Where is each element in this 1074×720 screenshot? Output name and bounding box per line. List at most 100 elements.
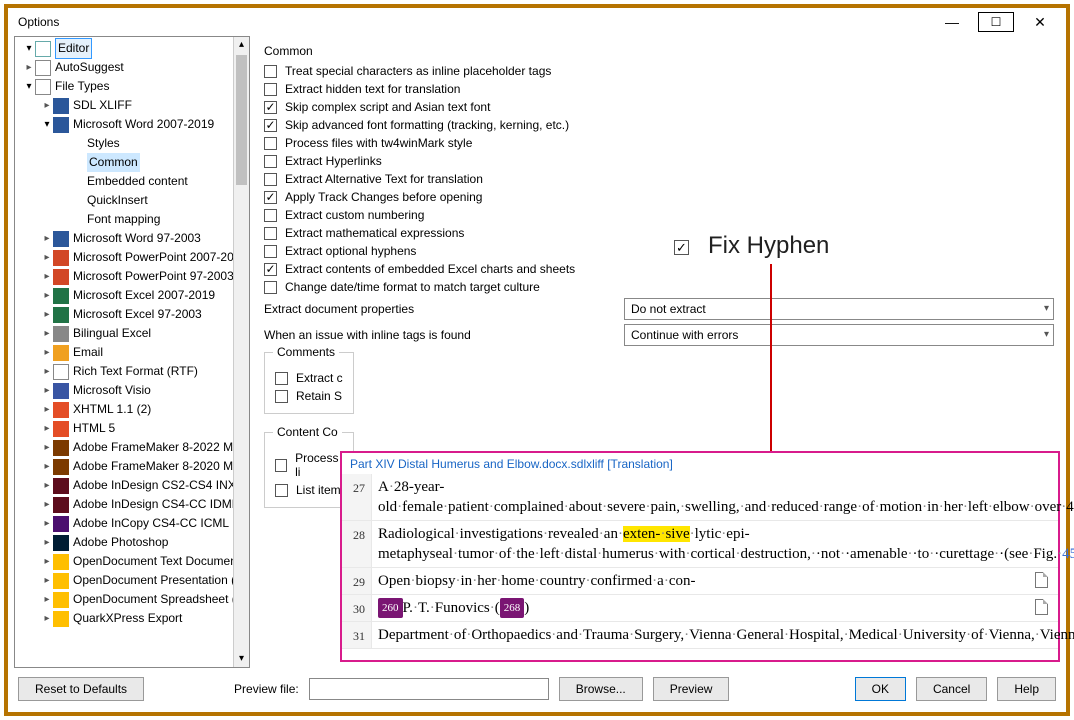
expand-arrow-icon[interactable]: ▸ (41, 248, 53, 267)
scroll-up-icon[interactable]: ▴ (234, 37, 249, 53)
segment-row[interactable]: 29Open·biopsy·in·her·home·country·confir… (342, 568, 1058, 595)
tree-item[interactable]: ▸SDL XLIFF (17, 96, 249, 115)
tree-item[interactable]: ▸Rich Text Format (RTF) (17, 362, 249, 381)
option-checkbox-row[interactable]: Process li (275, 451, 343, 479)
tree-item[interactable]: ▸XHTML 1.1 (2) (17, 400, 249, 419)
tree-item[interactable]: ▸Microsoft Word 97-2003 (17, 229, 249, 248)
preview-file-input[interactable] (309, 678, 549, 700)
segment-row[interactable]: 27A·28-year-old·female·patient·complaine… (342, 474, 1058, 521)
expand-arrow-icon[interactable]: ▸ (41, 571, 53, 590)
option-checkbox-row[interactable]: Skip complex script and Asian text font (264, 100, 1054, 114)
expand-arrow-icon[interactable]: ▸ (41, 533, 53, 552)
tree-item[interactable]: ▸Adobe FrameMaker 8-2022 MI (17, 438, 249, 457)
segment-row[interactable]: 28Radiological·investigations·revealed·a… (342, 521, 1058, 568)
expand-arrow-icon[interactable]: ▸ (41, 229, 53, 248)
segment-text[interactable]: Open·biopsy·in·her·home·country·confirme… (372, 568, 1024, 594)
checkbox-icon[interactable] (264, 101, 277, 114)
checkbox-icon[interactable] (264, 155, 277, 168)
tree-item[interactable]: ▸Adobe InDesign CS2-CS4 INX (17, 476, 249, 495)
option-checkbox-row[interactable]: Extract optional hyphens (264, 244, 1054, 258)
option-checkbox-row[interactable]: Extract contents of embedded Excel chart… (264, 262, 1054, 276)
tree-item[interactable]: ▸QuarkXPress Export (17, 609, 249, 628)
ok-button[interactable]: OK (855, 677, 906, 701)
segment-text[interactable]: Department·of·Orthopaedics·and·Trauma·Su… (372, 622, 1074, 648)
checkbox-icon[interactable] (275, 459, 287, 472)
editor-tab[interactable]: Part XIV Distal Humerus and Elbow.docx.s… (342, 453, 1058, 474)
tree-item[interactable]: Font mapping (17, 210, 249, 229)
expand-arrow-icon[interactable]: ▾ (23, 39, 35, 58)
tree-item[interactable]: ▸Bilingual Excel (17, 324, 249, 343)
option-checkbox-row[interactable]: Extract c (275, 371, 343, 385)
option-checkbox-row[interactable]: Extract Hyperlinks (264, 154, 1054, 168)
expand-arrow-icon[interactable]: ▸ (41, 381, 53, 400)
tree-item[interactable]: ▸Microsoft Excel 97-2003 (17, 305, 249, 324)
expand-arrow-icon[interactable]: ▾ (41, 115, 53, 134)
scroll-down-icon[interactable]: ▾ (234, 651, 249, 667)
tree-item[interactable]: ▸Adobe InCopy CS4-CC ICML (17, 514, 249, 533)
expand-arrow-icon[interactable]: ▸ (41, 419, 53, 438)
tree-item[interactable]: ▸OpenDocument Text Documen (17, 552, 249, 571)
tags-issue-select[interactable]: Continue with errors ▾ (624, 324, 1054, 346)
expand-arrow-icon[interactable]: ▾ (23, 77, 35, 96)
checkbox-icon[interactable] (264, 191, 277, 204)
checkbox-icon[interactable] (264, 119, 277, 132)
expand-arrow-icon[interactable]: ▸ (41, 609, 53, 628)
checkbox-icon[interactable] (264, 209, 277, 222)
expand-arrow-icon[interactable]: ▸ (41, 362, 53, 381)
expand-arrow-icon[interactable]: ▸ (41, 96, 53, 115)
expand-arrow-icon[interactable]: ▸ (41, 324, 53, 343)
option-checkbox-row[interactable]: Skip advanced font formatting (tracking,… (264, 118, 1054, 132)
maximize-button[interactable]: ☐ (978, 12, 1014, 32)
cancel-button[interactable]: Cancel (916, 677, 987, 701)
expand-arrow-icon[interactable]: ▸ (41, 286, 53, 305)
checkbox-icon[interactable] (275, 390, 288, 403)
expand-arrow-icon[interactable]: ▸ (41, 343, 53, 362)
reset-defaults-button[interactable]: Reset to Defaults (18, 677, 144, 701)
tree-item[interactable]: Embedded content (17, 172, 249, 191)
option-checkbox-row[interactable]: Apply Track Changes before opening (264, 190, 1054, 204)
preview-button[interactable]: Preview (653, 677, 730, 701)
expand-arrow-icon[interactable]: ▸ (41, 305, 53, 324)
checkbox-icon[interactable] (275, 484, 288, 497)
checkbox-icon[interactable] (264, 227, 277, 240)
tree-item[interactable]: ▸Adobe FrameMaker 8-2020 MI (17, 457, 249, 476)
tree-item[interactable]: ▾File Types (17, 77, 249, 96)
tree-item[interactable]: ▸OpenDocument Presentation ( (17, 571, 249, 590)
segment-row[interactable]: 31Department·of·Orthopaedics·and·Trauma·… (342, 622, 1058, 649)
tree-item[interactable]: Styles (17, 134, 249, 153)
tree-item[interactable]: ▸AutoSuggest (17, 58, 249, 77)
expand-arrow-icon[interactable]: ▸ (41, 267, 53, 286)
browse-button[interactable]: Browse... (559, 677, 643, 701)
docprops-select[interactable]: Do not extract ▾ (624, 298, 1054, 320)
tree-item[interactable]: ▸HTML 5 (17, 419, 249, 438)
close-button[interactable]: ✕ (1020, 9, 1060, 35)
expand-arrow-icon[interactable]: ▸ (41, 495, 53, 514)
tree-item[interactable]: ▸Microsoft Visio (17, 381, 249, 400)
option-checkbox-row[interactable]: Treat special characters as inline place… (264, 64, 1054, 78)
tree-item[interactable]: ▸Microsoft PowerPoint 97-2003 (17, 267, 249, 286)
checkbox-icon[interactable] (264, 281, 277, 294)
checkbox-icon[interactable] (275, 372, 288, 385)
tree-item[interactable]: Common (17, 153, 249, 172)
expand-arrow-icon[interactable]: ▸ (41, 438, 53, 457)
option-checkbox-row[interactable]: Retain S (275, 389, 343, 403)
expand-arrow-icon[interactable]: ▸ (41, 514, 53, 533)
expand-arrow-icon[interactable]: ▸ (41, 590, 53, 609)
segment-row[interactable]: 30260P.·T.·Funovics·(268) (342, 595, 1058, 622)
segment-text[interactable]: Radiological·investigations·revealed·an·… (372, 521, 1074, 567)
tree-item[interactable]: ▾Microsoft Word 2007-2019 (17, 115, 249, 134)
expand-arrow-icon[interactable]: ▸ (41, 457, 53, 476)
checkbox-icon[interactable] (264, 137, 277, 150)
segment-text[interactable]: A·28-year-old·female·patient·complained·… (372, 474, 1074, 520)
tree-item[interactable]: ▸Microsoft Excel 2007-2019 (17, 286, 249, 305)
expand-arrow-icon[interactable]: ▸ (41, 400, 53, 419)
checkbox-icon[interactable] (264, 83, 277, 96)
checkbox-icon[interactable] (264, 65, 277, 78)
tree-item[interactable]: ▾Editor (17, 39, 249, 58)
scroll-thumb[interactable] (236, 55, 247, 185)
option-checkbox-row[interactable]: Extract mathematical expressions (264, 226, 1054, 240)
tree-item[interactable]: ▸Adobe InDesign CS4-CC IDML (17, 495, 249, 514)
minimize-button[interactable]: — (932, 9, 972, 35)
tree-item[interactable]: QuickInsert (17, 191, 249, 210)
options-tree[interactable]: ▾Editor▸AutoSuggest▾File Types▸SDL XLIFF… (15, 37, 249, 630)
